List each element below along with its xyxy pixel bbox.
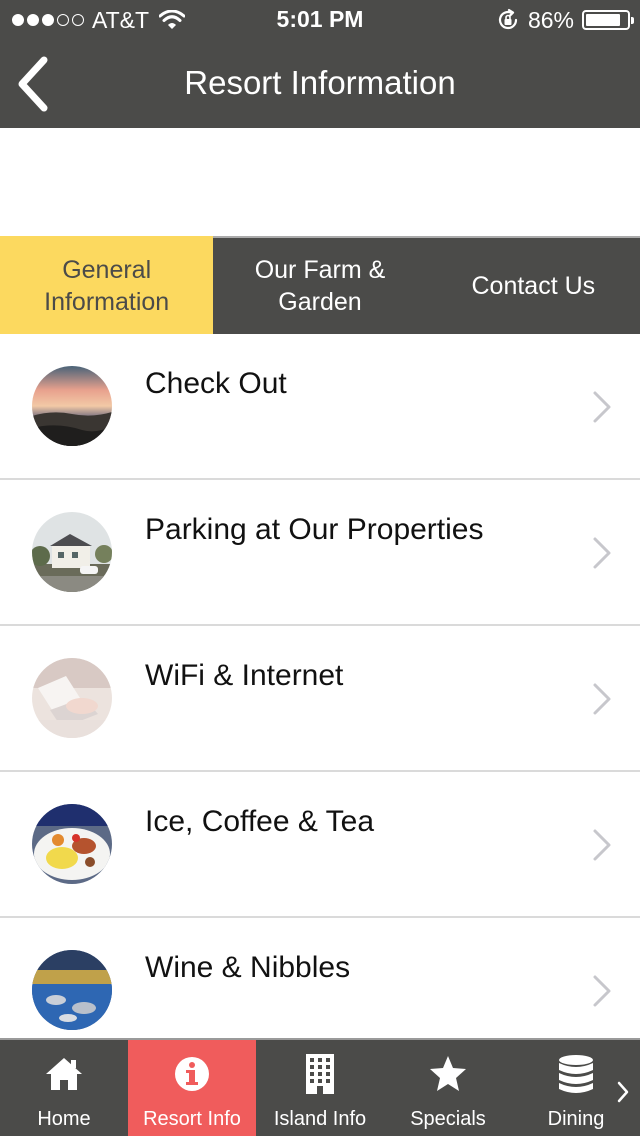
- tab-contact-us[interactable]: Contact Us: [426, 236, 640, 334]
- house-parking-photo: [32, 512, 112, 592]
- tabbar-label: Dining: [547, 1108, 605, 1130]
- chevron-right-icon: [593, 975, 611, 1007]
- list-item-wifi[interactable]: WiFi & Internet: [0, 626, 640, 772]
- outdoor-buffet-photo: [32, 950, 112, 1030]
- chevron-right-icon: [593, 391, 611, 423]
- segment-tabs: General Information Our Farm & Garden Co…: [0, 236, 640, 334]
- sunset-lake-photo: [32, 366, 112, 446]
- list-item-check-out[interactable]: Check Out: [0, 334, 640, 480]
- home-icon: [46, 1058, 82, 1090]
- battery-fill: [586, 14, 621, 26]
- tabbar-item-home[interactable]: Home: [0, 1040, 128, 1136]
- chevron-right-icon: [593, 537, 611, 569]
- bottom-tab-bar: Home Resort Info Island Info Specials Di…: [0, 1038, 640, 1136]
- navigation-bar: Resort Information: [0, 40, 640, 128]
- list-item-label: WiFi & Internet: [145, 659, 344, 692]
- tabbar-item-island-info[interactable]: Island Info: [256, 1040, 384, 1136]
- battery-percent: 86%: [527, 6, 574, 33]
- breakfast-plate-photo: [32, 804, 112, 884]
- info-icon: [175, 1057, 209, 1091]
- chevron-right-icon: [593, 683, 611, 715]
- page-title: Resort Information: [184, 64, 456, 101]
- tabbar-label: Resort Info: [143, 1108, 241, 1130]
- battery-icon: [582, 10, 634, 30]
- battery-tip: [631, 17, 634, 24]
- list-item-label: Parking at Our Properties: [145, 513, 484, 546]
- tabbar-item-resort-info[interactable]: Resort Info: [128, 1040, 256, 1136]
- rotation-lock-icon: [498, 8, 518, 30]
- star-icon: [430, 1056, 466, 1091]
- list-item-parking[interactable]: Parking at Our Properties: [0, 480, 640, 626]
- info-list: Check Out Parking at Our Properties WiFi…: [0, 334, 640, 1064]
- building-icon: [306, 1054, 334, 1094]
- list-item-label: Ice, Coffee & Tea: [145, 805, 375, 838]
- laptop-photo: [32, 658, 112, 738]
- database-icon: [559, 1055, 593, 1093]
- chevron-right-icon: [593, 829, 611, 861]
- tabbar-label: Specials: [410, 1108, 486, 1130]
- tabbar-item-specials[interactable]: Specials: [384, 1040, 512, 1136]
- chevron-right-icon[interactable]: [616, 1080, 630, 1104]
- list-item-label: Check Out: [145, 367, 287, 400]
- status-right: 86%: [496, 6, 634, 34]
- tab-our-farm-garden[interactable]: Our Farm & Garden: [213, 236, 427, 334]
- list-item-label: Wine & Nibbles: [145, 951, 351, 984]
- tab-general-information[interactable]: General Information: [0, 236, 214, 334]
- tabbar-label: Island Info: [273, 1108, 367, 1130]
- list-item-ice-coffee-tea[interactable]: Ice, Coffee & Tea: [0, 772, 640, 918]
- status-bar: AT&T 5:01 PM 86%: [0, 0, 640, 40]
- tabbar-label: Home: [37, 1108, 91, 1130]
